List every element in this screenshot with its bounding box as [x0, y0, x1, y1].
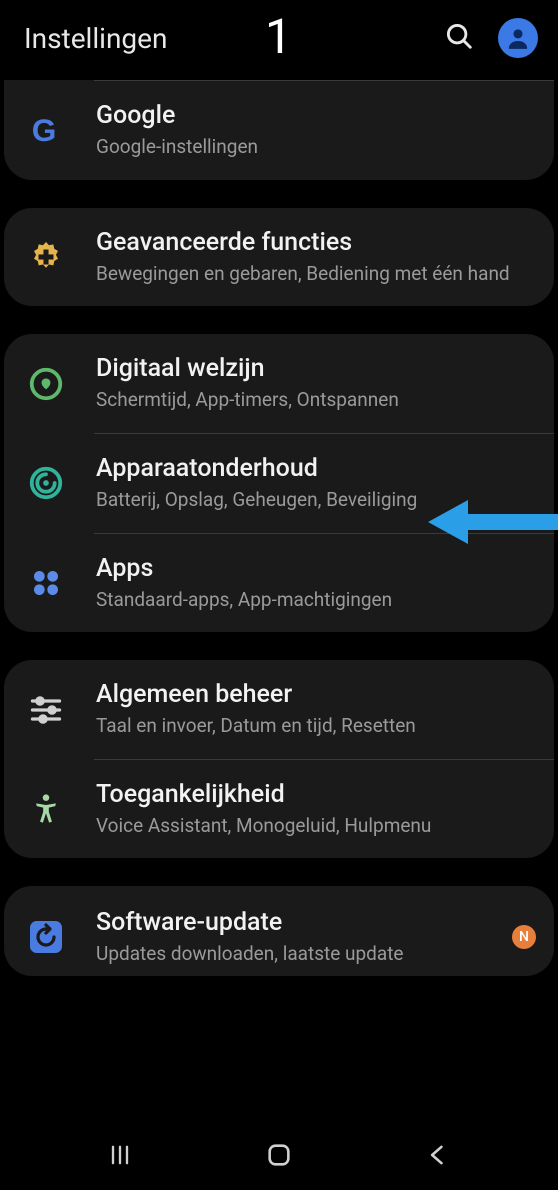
- item-body: Geavanceerde functies Bewegingen en geba…: [96, 228, 536, 287]
- settings-group: Digitaal welzijn Schermtijd, App-timers,…: [4, 334, 554, 632]
- settings-group: Algemeen beheer Taal en invoer, Datum en…: [4, 660, 554, 858]
- item-body: Algemeen beheer Taal en invoer, Datum en…: [96, 680, 536, 739]
- settings-item-apps[interactable]: Apps Standaard-apps, App-machtigingen: [4, 534, 554, 633]
- accessibility-icon: [24, 787, 68, 831]
- item-title: Software-update: [96, 908, 512, 937]
- search-icon[interactable]: [444, 21, 474, 55]
- item-title: Algemeen beheer: [96, 680, 536, 709]
- item-body: Software-update Updates downloaden, laat…: [96, 908, 512, 967]
- settings-list: G Google Google-instellingen Geavanceerd…: [0, 80, 558, 1120]
- header: Instellingen 1: [0, 0, 558, 76]
- google-icon: G: [24, 108, 68, 152]
- item-body: Apps Standaard-apps, App-machtigingen: [96, 554, 536, 613]
- item-body: Apparaatonderhoud Batterij, Opslag, Gehe…: [96, 454, 536, 513]
- settings-item-google[interactable]: G Google Google-instellingen: [4, 81, 554, 180]
- settings-item-digital-wellbeing[interactable]: Digitaal welzijn Schermtijd, App-timers,…: [4, 334, 554, 433]
- wellbeing-icon: [24, 362, 68, 406]
- svg-text:G: G: [32, 112, 57, 148]
- sliders-icon: [24, 688, 68, 732]
- settings-item-advanced-features[interactable]: Geavanceerde functies Bewegingen en geba…: [4, 208, 554, 307]
- nav-back-button[interactable]: [418, 1135, 458, 1175]
- nav-home-button[interactable]: [259, 1135, 299, 1175]
- profile-avatar[interactable]: [498, 18, 538, 58]
- item-subtitle: Batterij, Opslag, Geheugen, Beveiliging: [96, 487, 536, 513]
- settings-group: G Google Google-instellingen: [4, 80, 554, 180]
- nav-recents-button[interactable]: [100, 1135, 140, 1175]
- item-subtitle: Standaard-apps, App-machtigingen: [96, 587, 536, 613]
- item-body: Google Google-instellingen: [96, 101, 536, 160]
- settings-item-software-update[interactable]: Software-update Updates downloaden, laat…: [4, 886, 554, 976]
- settings-item-device-maintenance[interactable]: Apparaatonderhoud Batterij, Opslag, Gehe…: [4, 434, 554, 533]
- item-body: Digitaal welzijn Schermtijd, App-timers,…: [96, 354, 536, 413]
- annotation-step-number: 1: [265, 8, 292, 65]
- item-subtitle: Taal en invoer, Datum en tijd, Resetten: [96, 713, 536, 739]
- item-title: Apps: [96, 554, 536, 583]
- apps-icon: [24, 561, 68, 605]
- item-title: Google: [96, 101, 536, 130]
- item-subtitle: Bewegingen en gebaren, Bediening met één…: [96, 261, 536, 287]
- item-title: Digitaal welzijn: [96, 354, 536, 383]
- settings-group: Geavanceerde functies Bewegingen en geba…: [4, 208, 554, 307]
- update-icon: [24, 915, 68, 959]
- gear-plus-icon: [24, 235, 68, 279]
- header-actions: [444, 18, 538, 58]
- settings-group: Software-update Updates downloaden, laat…: [4, 886, 554, 976]
- item-body: Toegankelijkheid Voice Assistant, Monoge…: [96, 780, 536, 839]
- nav-bar: [0, 1120, 558, 1190]
- item-subtitle: Google-instellingen: [96, 134, 536, 160]
- item-title: Geavanceerde functies: [96, 228, 536, 257]
- item-title: Apparaatonderhoud: [96, 454, 536, 483]
- item-title: Toegankelijkheid: [96, 780, 536, 809]
- notification-badge: N: [512, 925, 536, 949]
- page-title: Instellingen: [24, 22, 167, 55]
- settings-item-accessibility[interactable]: Toegankelijkheid Voice Assistant, Monoge…: [4, 760, 554, 859]
- maintenance-icon: [24, 461, 68, 505]
- item-subtitle: Voice Assistant, Monogeluid, Hulpmenu: [96, 813, 536, 839]
- settings-item-general-management[interactable]: Algemeen beheer Taal en invoer, Datum en…: [4, 660, 554, 759]
- item-subtitle: Updates downloaden, laatste update: [96, 941, 512, 967]
- item-subtitle: Schermtijd, App-timers, Ontspannen: [96, 387, 536, 413]
